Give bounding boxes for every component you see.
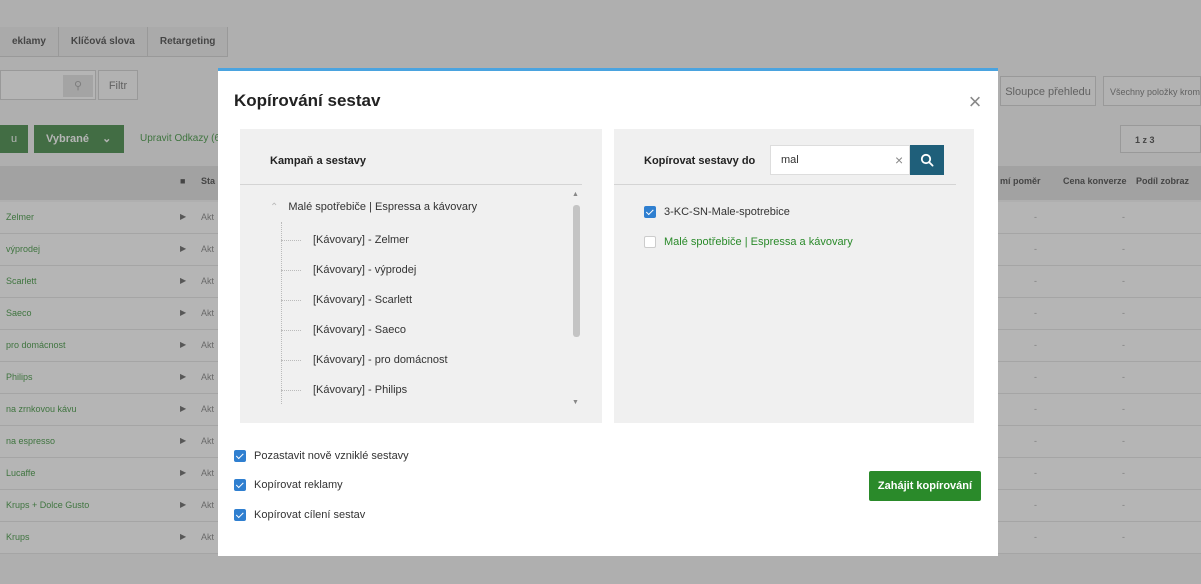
option-pause-new[interactable]: Pozastavit nově vzniklé sestavy <box>234 450 409 462</box>
option-label: Kopírovat cílení sestav <box>254 509 366 521</box>
option-copy-ads[interactable]: Kopírovat reklamy <box>234 479 343 491</box>
tree-item-label: [Kávovary] - výprodej <box>313 264 417 276</box>
dialog-title: Kopírování sestav <box>234 91 381 110</box>
tree-item[interactable]: [Kávovary] - Scarlett <box>281 294 561 306</box>
checkbox-checked[interactable] <box>234 509 246 521</box>
divider <box>240 184 582 185</box>
close-icon[interactable]: × <box>966 91 984 113</box>
option-label: Kopírovat reklamy <box>254 479 343 491</box>
tree-item[interactable]: [Kávovary] - výprodej <box>281 264 561 276</box>
campaign-tree: ⌃ Malé spotřebiče | Espressa a kávovary … <box>240 189 570 409</box>
tree-connector <box>281 222 282 404</box>
tree-item-label: [Kávovary] - Saeco <box>313 324 406 336</box>
target-panel: Kopírovat sestavy do mal × 3-KC-SN-Male-… <box>614 129 974 423</box>
tree-item-label: [Kávovary] - Philips <box>313 384 408 396</box>
tree-root-label: Malé spotřebiče | Espressa a kávovary <box>288 201 478 213</box>
target-result-label: Malé spotřebiče | Espressa a kávovary <box>664 236 853 248</box>
tree-item[interactable]: [Kávovary] - Saeco <box>281 324 561 336</box>
target-search-value: mal <box>781 154 799 166</box>
search-button[interactable] <box>910 145 944 175</box>
tree-item[interactable]: [Kávovary] - Philips <box>281 384 561 396</box>
checkbox-checked[interactable] <box>234 450 246 462</box>
option-copy-targeting[interactable]: Kopírovat cílení sestav <box>234 509 365 521</box>
checkbox-unchecked[interactable] <box>644 236 656 248</box>
chevron-up-icon[interactable]: ⌃ <box>270 202 278 213</box>
scroll-up-icon[interactable]: ▲ <box>572 191 579 198</box>
copy-to-label: Kopírovat sestavy do <box>644 155 756 167</box>
tree-scrollbar[interactable]: ▲ ▼ <box>570 191 582 413</box>
campaign-panel-heading: Kampaň a sestavy <box>270 155 366 167</box>
target-search-input[interactable]: mal × <box>770 145 910 175</box>
tree-item-label: [Kávovary] - Zelmer <box>313 234 409 246</box>
scroll-down-icon[interactable]: ▼ <box>572 399 579 406</box>
tree-item-label: [Kávovary] - Scarlett <box>313 294 413 306</box>
target-result-item[interactable]: 3-KC-SN-Male-spotrebice <box>644 206 790 218</box>
option-label: Pozastavit nově vzniklé sestavy <box>254 450 409 462</box>
checkbox-checked[interactable] <box>234 479 246 491</box>
target-result-label: 3-KC-SN-Male-spotrebice <box>664 206 790 218</box>
tree-root[interactable]: ⌃ Malé spotřebiče | Espressa a kávovary <box>270 201 477 213</box>
target-result-item[interactable]: Malé spotřebiče | Espressa a kávovary <box>644 236 853 248</box>
tree-item[interactable]: [Kávovary] - Zelmer <box>281 234 561 246</box>
scrollbar-thumb[interactable] <box>573 205 580 337</box>
checkbox-checked[interactable] <box>644 206 656 218</box>
tree-item[interactable]: [Kávovary] - pro domácnost <box>281 354 561 366</box>
clear-icon[interactable]: × <box>895 152 903 168</box>
search-icon <box>920 153 934 167</box>
copy-dialog: Kopírování sestav × Kampaň a sestavy ⌃ M… <box>218 68 998 556</box>
start-copy-button[interactable]: Zahájit kopírování <box>869 471 981 501</box>
tree-item-label: [Kávovary] - pro domácnost <box>313 354 448 366</box>
divider <box>614 184 956 185</box>
campaign-panel: Kampaň a sestavy ⌃ Malé spotřebiče | Esp… <box>240 129 602 423</box>
